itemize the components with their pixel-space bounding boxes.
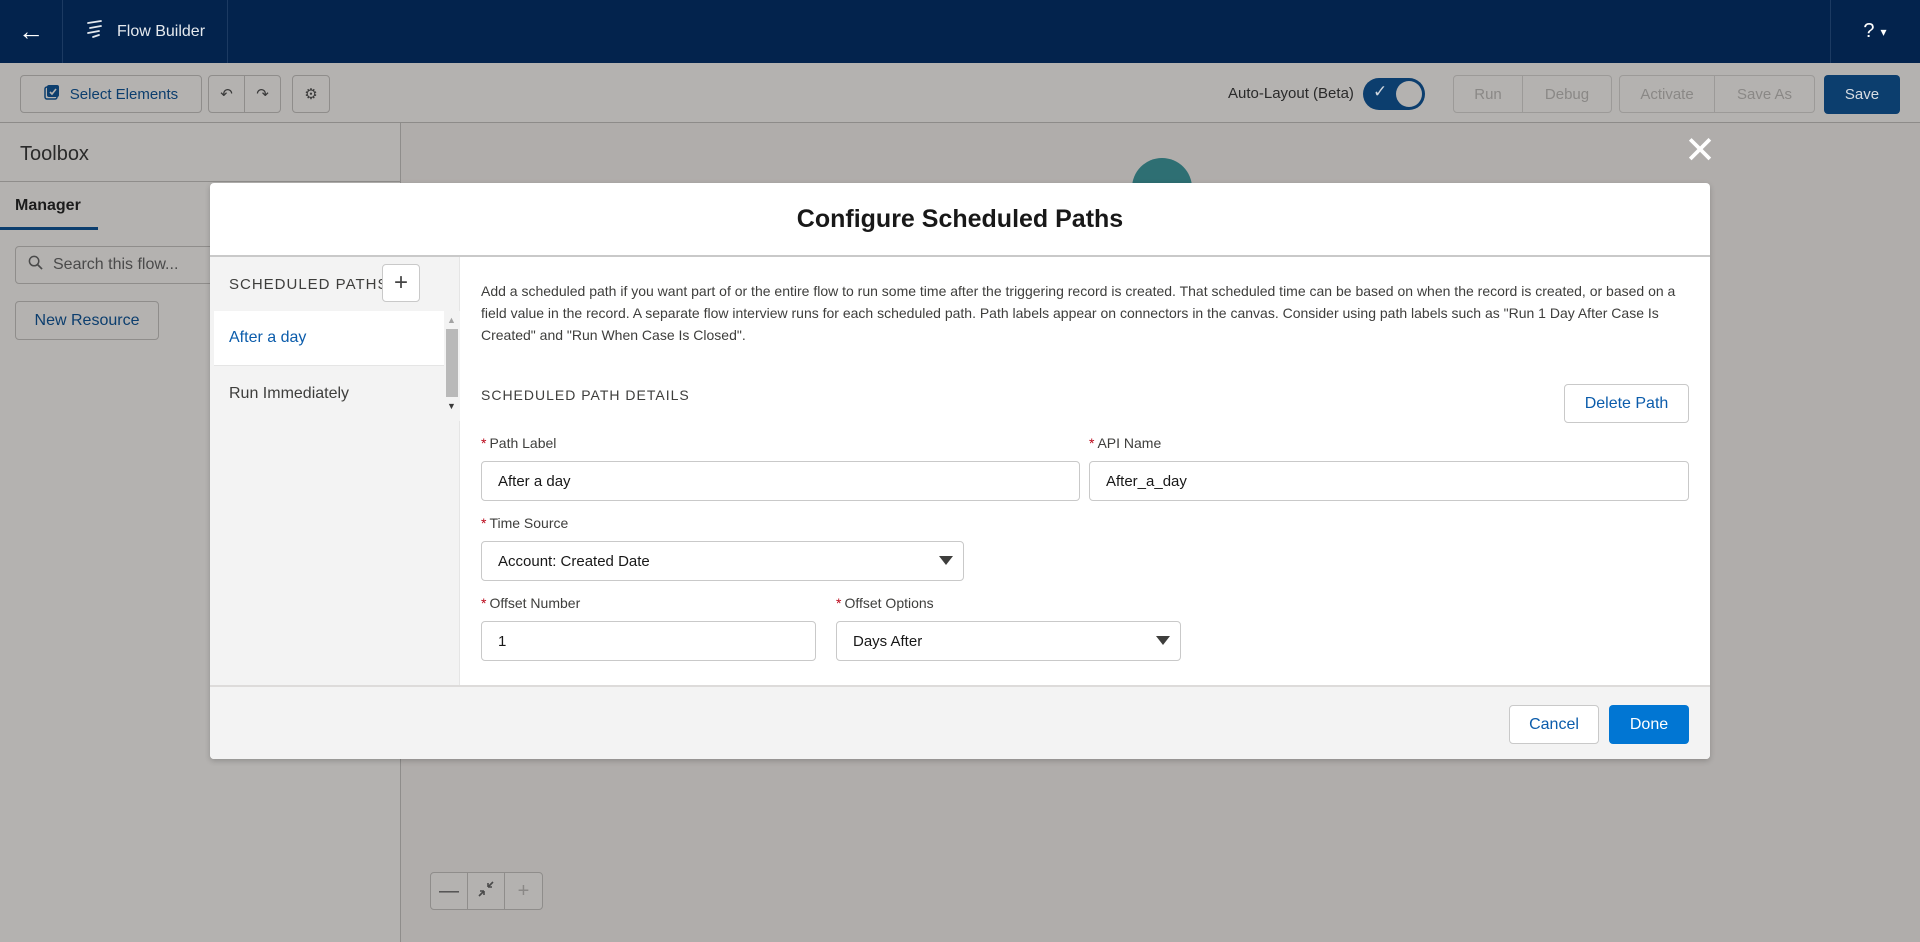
multi-select-icon [44,84,60,104]
offset-number-value: 1 [498,632,507,650]
done-button[interactable]: Done [1609,705,1689,744]
new-resource-button[interactable]: New Resource [15,301,159,340]
scheduled-paths-label: SCHEDULED PATHS [229,275,389,293]
add-path-button[interactable]: + [382,264,420,302]
run-debug-group: Run Debug [1453,75,1612,113]
scrollbar-thumb[interactable] [446,329,458,397]
gear-icon: ⚙ [304,86,318,103]
check-icon: ✓ [1373,82,1388,101]
path-item-label: After a day [229,329,307,346]
fit-view-button[interactable] [468,873,505,909]
redo-button[interactable]: ↷ [244,75,281,113]
activate-button[interactable]: Activate [1619,75,1715,113]
required-marker: * [1089,435,1095,451]
offset-options-value: Days After [853,632,923,650]
app-name: Flow Builder [117,22,206,40]
toggle-knob [1396,81,1422,107]
scheduled-paths-header: SCHEDULED PATHS [210,257,459,311]
path-list: After a day Run Immediately [214,311,444,421]
app-title: Flow Builder [63,0,227,63]
zoom-out-button[interactable]: — [431,873,468,909]
help-menu-button[interactable]: ? ▾ [1830,0,1920,63]
api-name-value: After_a_day [1106,472,1187,490]
flow-icon [85,19,105,44]
scheduled-paths-list-panel: SCHEDULED PATHS + After a day Run Immedi… [210,257,460,685]
scroll-down-icon[interactable]: ▼ [447,401,456,411]
offset-number-label: * Offset Number [481,595,581,611]
time-source-label: * Time Source [481,515,569,531]
dropdown-caret-icon [1156,636,1170,645]
toolbox-title: Toolbox [20,143,89,165]
save-button[interactable]: Save [1824,75,1900,114]
configure-scheduled-paths-modal: Configure Scheduled Paths SCHEDULED PATH… [210,183,1710,759]
modal-header: Configure Scheduled Paths [210,183,1710,257]
divider [0,181,400,182]
description-text: Add a scheduled path if you want part of… [481,283,1676,343]
path-label-value: After a day [498,472,571,490]
header-divider [227,0,229,63]
api-name-input[interactable]: After_a_day [1089,461,1689,501]
auto-layout-label: Auto-Layout (Beta) [1228,85,1354,102]
required-marker: * [481,595,487,611]
modal-title: Configure Scheduled Paths [796,204,1124,233]
flow-toolbar: Select Elements ↶ ↷ ⚙ Auto-Layout (Beta)… [0,63,1920,123]
path-label-input[interactable]: After a day [481,461,1080,501]
save-as-button[interactable]: Save As [1715,75,1815,113]
activate-save-group: Activate Save As [1619,75,1815,113]
modal-footer: Cancel Done [210,685,1710,759]
cancel-button[interactable]: Cancel [1509,705,1599,744]
run-button[interactable]: Run [1453,75,1523,113]
undo-button[interactable]: ↶ [208,75,245,113]
path-item-run-immediately[interactable]: Run Immediately [214,366,444,421]
global-header: ← Flow Builder ? ▾ [0,0,1920,63]
delete-path-button[interactable]: Delete Path [1564,384,1689,423]
auto-layout-toggle[interactable]: ✓ [1363,78,1425,110]
debug-button[interactable]: Debug [1523,75,1612,113]
section-title: SCHEDULED PATH DETAILS [481,387,690,403]
settings-button[interactable]: ⚙ [292,75,330,113]
search-input[interactable]: Search this flow... [15,246,215,284]
select-elements-label: Select Elements [69,85,179,103]
tab-manager[interactable]: Manager [15,197,81,215]
arrow-left-icon: ← [18,16,44,46]
scroll-up-icon[interactable]: ▲ [447,315,456,325]
path-item-label: Run Immediately [229,384,350,402]
close-icon[interactable]: ✕ [1682,132,1718,170]
offset-options-select[interactable]: Days After [836,621,1181,661]
header-divider [1830,0,1831,63]
offset-number-input[interactable]: 1 [481,621,816,661]
plus-icon: + [393,269,408,296]
zoom-in-button[interactable]: + [505,873,542,909]
dropdown-caret-icon [939,556,953,565]
chevron-down-icon: ▾ [1880,24,1887,39]
path-item-after-a-day[interactable]: After a day [214,311,444,366]
redo-icon: ↷ [256,86,269,103]
select-elements-button[interactable]: Select Elements [20,75,202,113]
search-icon [28,255,43,275]
api-name-label: * API Name [1089,435,1162,451]
offset-options-label: * Offset Options [836,595,934,611]
path-details-panel: Add a scheduled path if you want part of… [460,257,1710,685]
search-placeholder: Search this flow... [53,256,179,273]
zoom-controls: — + [430,872,543,910]
back-button[interactable]: ← [0,0,62,63]
help-icon: ? [1863,20,1875,42]
path-list-scrollbar[interactable]: ▲ ▼ [444,311,460,421]
time-source-select[interactable]: Account: Created Date [481,541,964,581]
required-marker: * [836,595,842,611]
time-source-value: Account: Created Date [498,552,650,570]
fit-view-icon [478,880,494,903]
path-label-label: * Path Label [481,435,557,451]
required-marker: * [481,435,487,451]
modal-body: SCHEDULED PATHS + After a day Run Immedi… [210,257,1710,685]
required-marker: * [481,515,487,531]
undo-icon: ↶ [220,86,233,103]
active-tab-indicator [0,227,98,230]
